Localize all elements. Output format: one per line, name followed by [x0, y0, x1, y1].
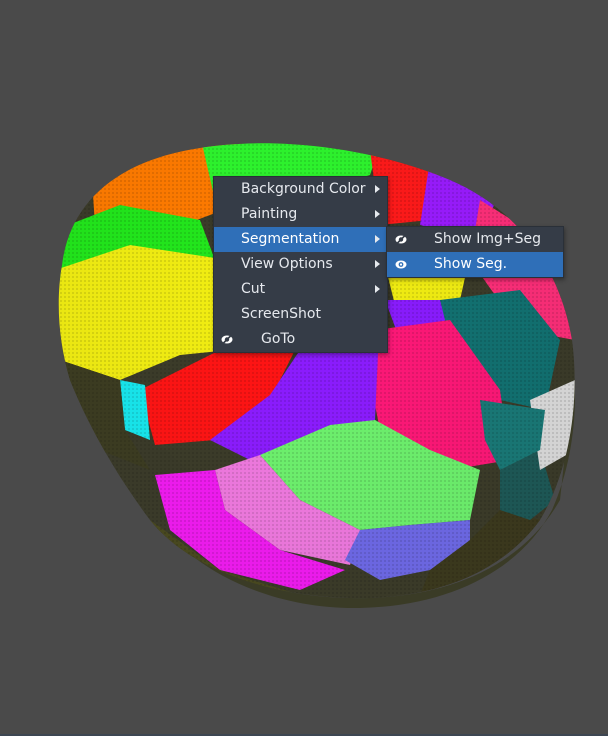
menu-item-show-seg[interactable]: Show Seg.: [387, 252, 563, 277]
submenu-arrow-icon: [375, 260, 380, 268]
menu-item-label: Cut: [241, 281, 266, 297]
submenu-arrow-icon: [375, 285, 380, 293]
eye-slash-icon: [395, 234, 407, 245]
menu-item-label: View Options: [241, 256, 333, 272]
menu-item-label: Background Color: [241, 181, 366, 197]
menu-item-label: Segmentation: [241, 231, 340, 247]
menu-item-painting[interactable]: Painting: [214, 202, 387, 227]
menu-item-label: Show Img+Seg: [434, 231, 541, 247]
menu-item-cut[interactable]: Cut: [214, 277, 387, 302]
submenu-arrow-icon: [375, 210, 380, 218]
menu-item-label: Show Seg.: [434, 256, 508, 272]
menu-item-show-img-seg[interactable]: Show Img+Seg: [387, 227, 563, 252]
menu-item-goto[interactable]: GoTo: [214, 327, 387, 352]
context-menu: Background Color Painting Segmentation V…: [213, 176, 388, 353]
eye-icon: [221, 334, 233, 345]
submenu-arrow-icon: [375, 235, 380, 243]
menu-item-label: Painting: [241, 206, 298, 222]
menu-item-segmentation[interactable]: Segmentation: [214, 227, 387, 252]
submenu-arrow-icon: [375, 185, 380, 193]
menu-item-label: GoTo: [261, 331, 296, 347]
segmentation-submenu: Show Img+Seg Show Seg.: [386, 226, 564, 278]
menu-item-label: ScreenShot: [241, 306, 321, 322]
menu-item-view-options[interactable]: View Options: [214, 252, 387, 277]
3d-viewport[interactable]: Background Color Painting Segmentation V…: [0, 0, 608, 736]
menu-item-background-color[interactable]: Background Color: [214, 177, 387, 202]
eye-icon: [395, 260, 407, 269]
menu-item-screenshot[interactable]: ScreenShot: [214, 302, 387, 327]
segmentation-3d-render[interactable]: [0, 0, 608, 736]
